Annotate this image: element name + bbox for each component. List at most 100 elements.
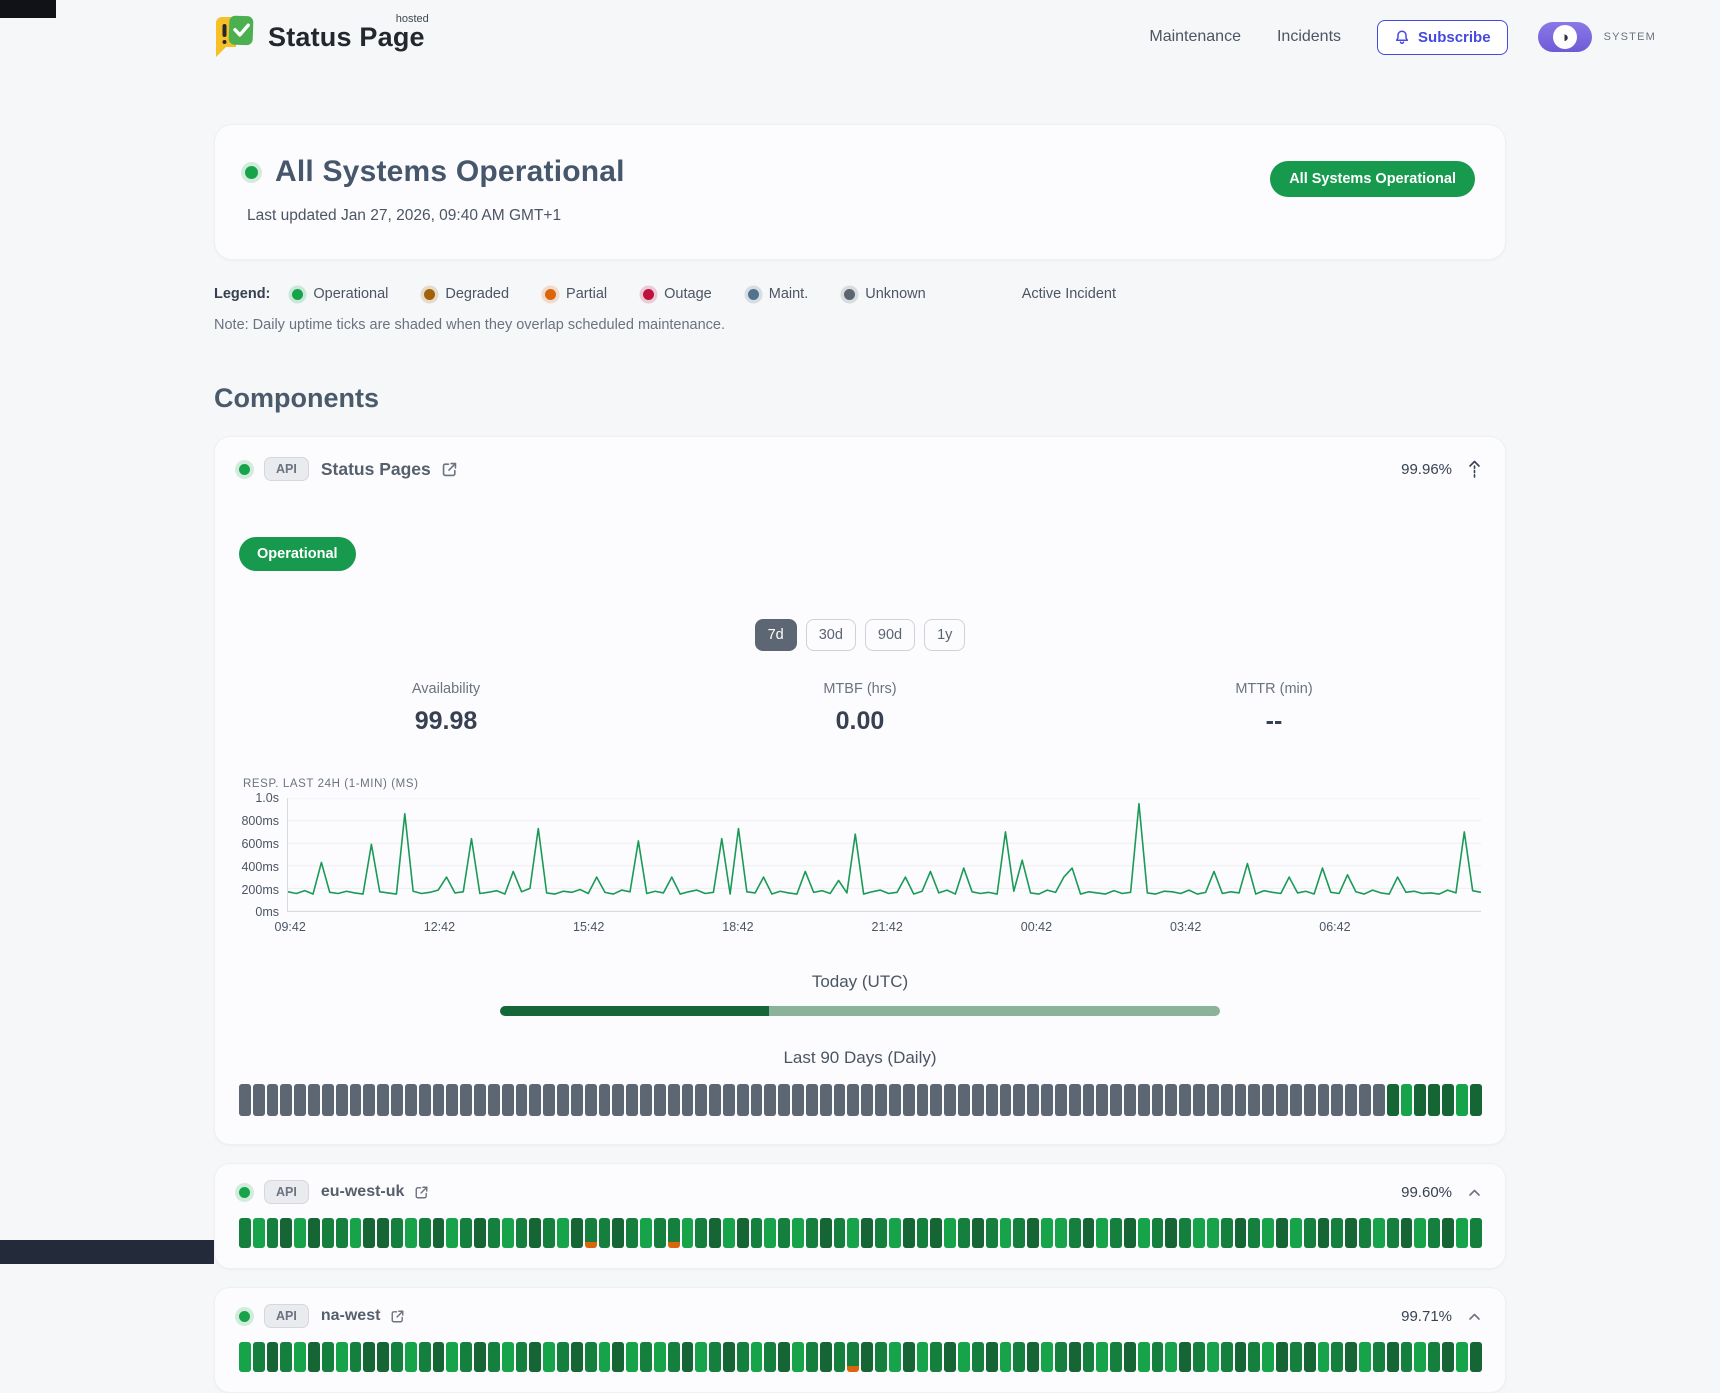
chart-x-tick-label: 03:42: [1170, 920, 1201, 934]
theme-mode-label: SYSTEM: [1604, 31, 1656, 43]
uptime-tick: [861, 1084, 873, 1116]
component-name[interactable]: Status Pages: [321, 459, 431, 480]
uptime-tick: [1055, 1218, 1067, 1248]
collapse-arrow-icon[interactable]: [1468, 459, 1481, 479]
footer-edge-strip: [0, 1240, 214, 1264]
theme-toggle[interactable]: ◑: [1538, 22, 1592, 52]
uptime-tick: [709, 1084, 721, 1116]
uptime-tick: [502, 1218, 514, 1248]
legend-item: Degraded: [424, 286, 509, 302]
uptime-tick: [350, 1342, 362, 1372]
chart-y-axis: 1.0s800ms600ms400ms200ms0ms: [239, 798, 287, 912]
bell-icon: [1394, 29, 1410, 45]
uptime-tick: [1138, 1342, 1150, 1372]
uptime-tick: [405, 1084, 417, 1116]
range-button-1y[interactable]: 1y: [924, 619, 965, 651]
uptime-tick: [1083, 1218, 1095, 1248]
uptime-tick: [847, 1084, 859, 1116]
uptime-tick: [792, 1342, 804, 1372]
uptime-tick: [820, 1342, 832, 1372]
legend-active-incident: Active Incident: [1022, 286, 1116, 302]
uptime-tick: [1470, 1084, 1482, 1116]
uptime-tick: [1248, 1218, 1260, 1248]
uptime-tick: [363, 1084, 375, 1116]
uptime-tick: [640, 1218, 652, 1248]
range-button-90d[interactable]: 90d: [865, 619, 915, 651]
stat-availability-label: Availability: [239, 681, 653, 697]
legend-item-label: Operational: [313, 286, 388, 302]
uptime-tick: [1359, 1084, 1371, 1116]
legend-item: Maint.: [748, 286, 809, 302]
legend-item: Partial: [545, 286, 607, 302]
uptime-tick: [1069, 1084, 1081, 1116]
uptime-tick: [1041, 1342, 1053, 1372]
uptime-tick: [1276, 1218, 1288, 1248]
component-name[interactable]: na-west: [321, 1307, 381, 1325]
uptime-tick: [571, 1218, 583, 1248]
chart-y-tick-label: 0ms: [255, 905, 279, 919]
uptime-tick: [958, 1084, 970, 1116]
logo[interactable]: Status Page hosted: [212, 15, 425, 59]
uptime-tick: [1262, 1342, 1274, 1372]
uptime-tick: [1428, 1218, 1440, 1248]
component-card-na-west: API na-west 99.71%: [214, 1287, 1506, 1393]
external-link-icon[interactable]: [414, 1185, 429, 1200]
nav-incidents[interactable]: Incidents: [1277, 28, 1341, 46]
legend-status-dot: [844, 289, 855, 300]
uptime-tick: [654, 1342, 666, 1372]
uptime-tick: [585, 1218, 597, 1248]
uptime-tick: [1152, 1084, 1164, 1116]
uptime-tick: [1304, 1084, 1316, 1116]
uptime-tick: [280, 1218, 292, 1248]
uptime-tick: [751, 1218, 763, 1248]
uptime-tick: [1345, 1084, 1357, 1116]
last-updated-text: Last updated Jan 27, 2026, 09:40 AM GMT+…: [247, 207, 625, 225]
component-header[interactable]: API Status Pages 99.96%: [239, 457, 1481, 481]
uptime-tick: [764, 1342, 776, 1372]
legend-item-label: Degraded: [445, 286, 509, 302]
chevron-up-icon[interactable]: [1468, 1188, 1481, 1197]
stat-mttr-label: MTTR (min): [1067, 681, 1481, 697]
component-status-pill: Operational: [239, 537, 356, 571]
uptime-tick: [1290, 1342, 1302, 1372]
range-button-30d[interactable]: 30d: [806, 619, 856, 651]
uptime-tick: [972, 1084, 984, 1116]
chart-x-tick-label: 06:42: [1319, 920, 1350, 934]
uptime-tick: [308, 1084, 320, 1116]
uptime-tick: [1221, 1084, 1233, 1116]
uptime-tick: [1221, 1342, 1233, 1372]
legend-item: Unknown: [844, 286, 925, 302]
header: Status Page hosted Maintenance Incidents…: [0, 0, 1720, 74]
external-link-icon[interactable]: [390, 1309, 405, 1324]
legend: Legend: OperationalDegradedPartialOutage…: [214, 286, 1506, 302]
uptime-tick: [944, 1084, 956, 1116]
uptime-tick: [1096, 1084, 1108, 1116]
uptime-tick: [460, 1342, 472, 1372]
uptime-tick: [834, 1218, 846, 1248]
uptime-tick: [764, 1084, 776, 1116]
range-button-7d[interactable]: 7d: [755, 619, 797, 651]
chart-plot-area: [287, 798, 1481, 912]
uptime-tick: [1124, 1342, 1136, 1372]
uptime-tick: [972, 1342, 984, 1372]
uptime-tick: [626, 1084, 638, 1116]
uptime-tick: [599, 1218, 611, 1248]
chart-x-axis: 09:4212:4215:4218:4221:4200:4203:4206:42: [287, 920, 1481, 944]
nav-maintenance[interactable]: Maintenance: [1149, 28, 1241, 46]
component-header[interactable]: API eu-west-uk 99.60%: [239, 1180, 1481, 1204]
uptime-tick: [446, 1218, 458, 1248]
chevron-up-icon[interactable]: [1468, 1312, 1481, 1321]
subscribe-button[interactable]: Subscribe: [1377, 20, 1508, 55]
uptime-tick: [405, 1342, 417, 1372]
component-name[interactable]: eu-west-uk: [321, 1183, 405, 1201]
uptime-tick: [1179, 1342, 1191, 1372]
legend-status-dot: [545, 289, 556, 300]
uptime-tick: [363, 1218, 375, 1248]
uptime-tick: [1041, 1218, 1053, 1248]
uptime-tick: [1318, 1218, 1330, 1248]
external-link-icon[interactable]: [441, 461, 458, 478]
component-header[interactable]: API na-west 99.71%: [239, 1304, 1481, 1328]
uptime-tick: [944, 1218, 956, 1248]
uptime-tick: [571, 1084, 583, 1116]
uptime-tick: [1442, 1084, 1454, 1116]
